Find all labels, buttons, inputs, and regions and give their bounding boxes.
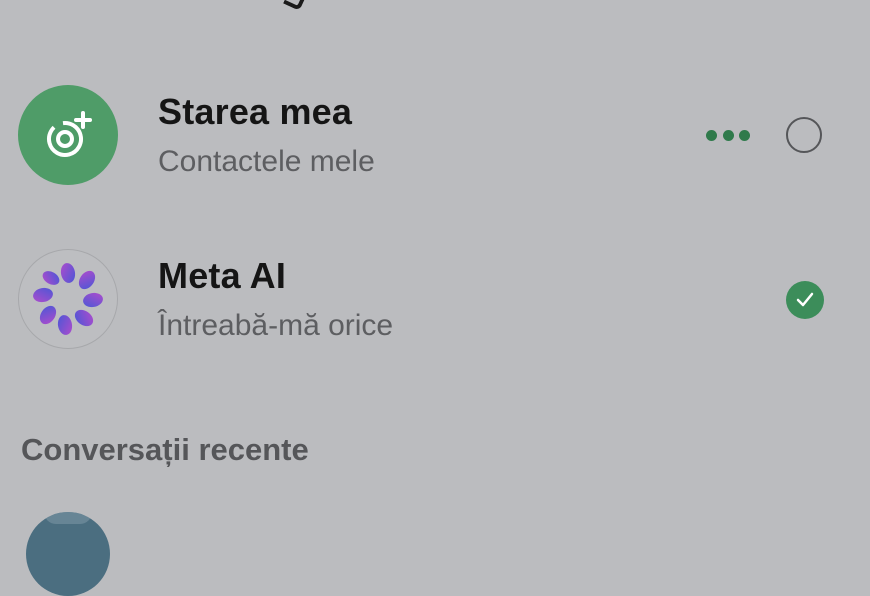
- status-avatar: [18, 85, 118, 185]
- status-row[interactable]: Starea mea Contactele mele: [0, 60, 870, 200]
- meta-ai-subtitle: Întreabă-mă orice: [158, 309, 394, 342]
- meta-ai-ring-icon: [33, 263, 103, 335]
- status-subtitle: Contactele mele: [158, 145, 375, 178]
- meta-ai-title: Meta AI: [158, 255, 287, 296]
- status-camera-plus-icon: [47, 111, 92, 157]
- status-title: Starea mea: [158, 91, 353, 132]
- top-partial-header: [0, 0, 870, 11]
- meta-ai-avatar: [18, 249, 118, 349]
- status-select-radio[interactable]: [786, 117, 822, 153]
- more-options-icon[interactable]: [706, 127, 750, 143]
- meta-ai-selected-checkbox[interactable]: [786, 281, 824, 319]
- partial-heading-glyph: [283, 0, 307, 11]
- checkmark-icon: [796, 292, 814, 307]
- recent-contact-avatar[interactable]: [26, 512, 110, 596]
- recent-conversations-header: Conversații recente: [21, 432, 309, 467]
- meta-ai-row[interactable]: Meta AI Întreabă-mă orice: [0, 224, 870, 364]
